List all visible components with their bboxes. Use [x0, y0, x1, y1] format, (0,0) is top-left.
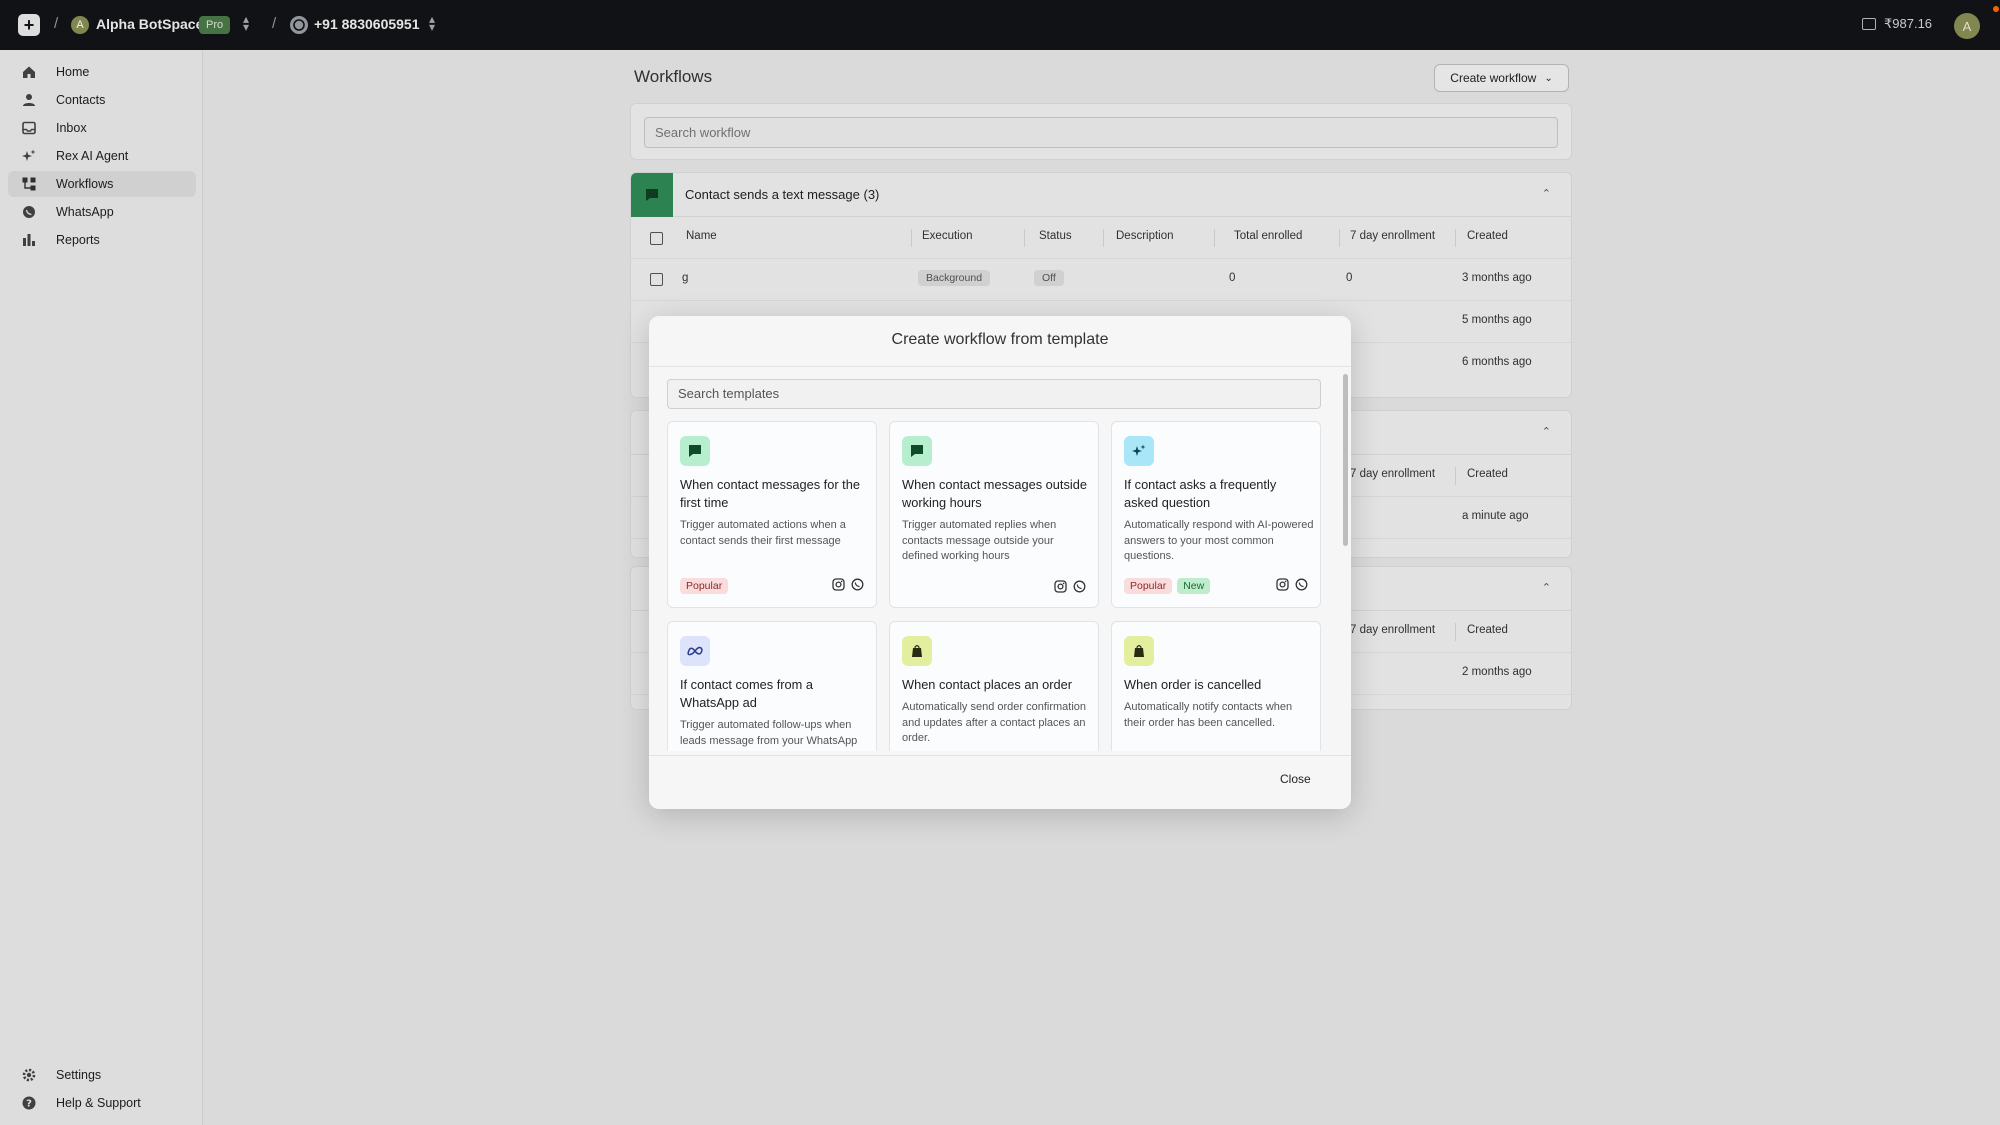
modal-title: Create workflow from template — [891, 331, 1109, 348]
modal-scrollbar[interactable] — [1343, 374, 1348, 546]
template-title: When contact places an order — [902, 677, 1073, 692]
template-card-order-cancelled[interactable]: When order is cancelled Automatically no… — [1111, 621, 1321, 751]
template-description: Automatically notify contacts when their… — [1124, 701, 1293, 729]
shopify-icon — [1124, 636, 1154, 666]
whatsapp-icon — [1073, 580, 1086, 598]
instagram-icon — [1276, 578, 1289, 596]
template-badges: Popular — [680, 578, 729, 594]
instagram-icon — [832, 578, 845, 596]
template-card-first-message[interactable]: When contact messages for the first time… — [667, 421, 877, 608]
template-title: When order is cancelled — [1124, 677, 1262, 692]
popular-badge: Popular — [1124, 578, 1173, 594]
whatsapp-icon — [1295, 578, 1308, 596]
template-card-outside-hours[interactable]: When contact messages outside working ho… — [889, 421, 1099, 608]
channel-icons — [1276, 578, 1308, 596]
shopify-icon — [902, 636, 932, 666]
instagram-icon — [1054, 580, 1067, 598]
template-description: Automatically send order confirmation an… — [902, 701, 1087, 744]
template-grid: When contact messages for the first time… — [667, 421, 1323, 751]
sparkle-icon — [1124, 436, 1154, 466]
chat-icon — [902, 436, 932, 466]
template-card-whatsapp-ad[interactable]: If contact comes from a WhatsApp ad Trig… — [667, 621, 877, 751]
channel-icons — [832, 578, 864, 596]
template-title: If contact comes from a WhatsApp ad — [680, 677, 813, 710]
template-title: When contact messages outside working ho… — [902, 477, 1087, 510]
template-badges: Popular New — [1124, 578, 1211, 594]
new-badge: New — [1177, 578, 1211, 594]
template-description: Trigger automated replies when contacts … — [902, 519, 1057, 562]
template-card-order-placed[interactable]: When contact places an order Automatical… — [889, 621, 1099, 751]
close-button[interactable]: Close — [1280, 772, 1311, 786]
template-card-faq[interactable]: If contact asks a frequently asked quest… — [1111, 421, 1321, 608]
template-description: Trigger automated actions when a contact… — [680, 519, 846, 547]
template-title: When contact messages for the first time — [680, 477, 860, 510]
meta-icon — [680, 636, 710, 666]
popular-badge: Popular — [680, 578, 729, 594]
template-description: Trigger automated follow-ups when leads … — [680, 719, 858, 751]
chat-icon — [680, 436, 710, 466]
divider — [649, 366, 1351, 367]
divider — [649, 755, 1351, 756]
template-modal: Create workflow from template Search tem… — [649, 316, 1351, 809]
template-description: Automatically respond with AI-powered an… — [1124, 519, 1314, 562]
template-title: If contact asks a frequently asked quest… — [1124, 477, 1277, 510]
whatsapp-icon — [851, 578, 864, 596]
search-templates-input[interactable]: Search templates — [667, 379, 1321, 409]
channel-icons — [1054, 580, 1086, 598]
